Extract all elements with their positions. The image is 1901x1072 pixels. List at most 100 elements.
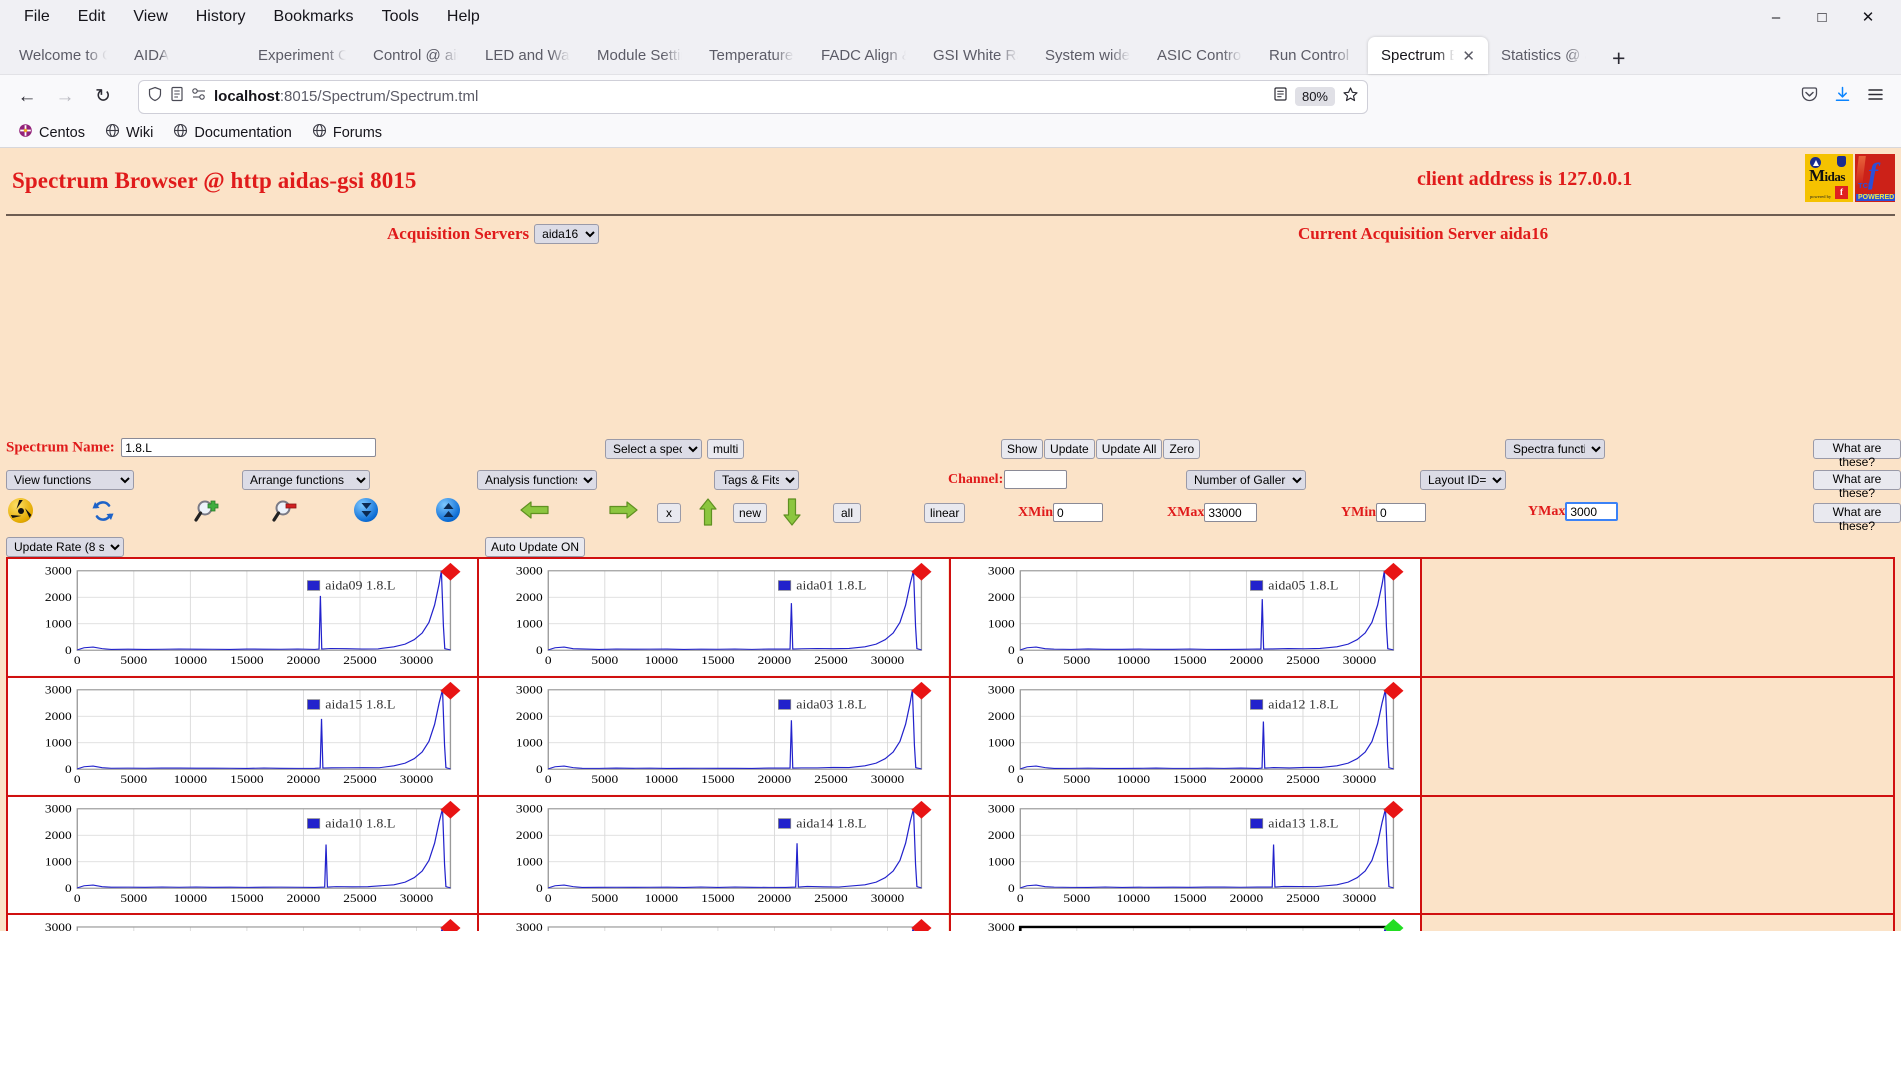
- update-all-button[interactable]: Update All: [1096, 439, 1163, 459]
- view-functions-dropdown[interactable]: View functions: [6, 470, 134, 490]
- menu-tools[interactable]: Tools: [368, 4, 433, 30]
- forward-icon[interactable]: →: [48, 81, 82, 113]
- xmin-input[interactable]: [1053, 503, 1103, 522]
- gallery-cell[interactable]: 3000200010000050001000015000200002500030…: [479, 559, 950, 678]
- ymin-input[interactable]: [1376, 503, 1426, 522]
- spectrum-plot[interactable]: 3000200010000050001000015000200002500030…: [479, 559, 948, 676]
- multi-button[interactable]: multi: [707, 439, 744, 459]
- tab-close-icon[interactable]: ✕: [1462, 47, 1475, 65]
- browser-tab[interactable]: [183, 37, 245, 74]
- select-a-spectrum-dropdown[interactable]: Select a spectrum: [605, 439, 702, 459]
- menu-view[interactable]: View: [119, 4, 181, 30]
- pocket-icon[interactable]: [1800, 85, 1819, 109]
- menu-history[interactable]: History: [182, 4, 260, 30]
- spectrum-plot[interactable]: 3000200010000050001000015000200002500030…: [8, 678, 477, 795]
- acquisition-server-select[interactable]: aida16: [534, 224, 599, 244]
- permissions-icon[interactable]: [191, 87, 207, 106]
- downloads-icon[interactable]: [1833, 85, 1852, 109]
- menu-help[interactable]: Help: [433, 4, 494, 30]
- gallery-cell[interactable]: 3000200010000050001000015000200002500030…: [951, 797, 1422, 916]
- update-button[interactable]: Update: [1044, 439, 1095, 459]
- browser-tab[interactable]: FADC Align & Co: [808, 37, 920, 74]
- browser-tab[interactable]: Module Settings: [584, 37, 696, 74]
- browser-tab[interactable]: GSI White Rabbit: [920, 37, 1032, 74]
- browser-tab[interactable]: Experiment Contr: [245, 37, 360, 74]
- gallery-cell[interactable]: 3000200010000050001000015000200002500030…: [8, 797, 479, 916]
- gallery-cell[interactable]: 3000200010000050001000015000200002500030…: [951, 559, 1422, 678]
- arrow-right-icon[interactable]: [608, 498, 638, 524]
- spectrum-name-input[interactable]: [121, 438, 376, 457]
- gallery-cell[interactable]: 3000200010000050001000015000200002500030…: [951, 915, 1422, 931]
- gallery-cell[interactable]: 3000200010000050001000015000200002500030…: [8, 559, 479, 678]
- maximize-icon[interactable]: □: [1799, 2, 1845, 32]
- bookmark-centos[interactable]: Centos: [10, 120, 93, 145]
- browser-tab[interactable]: Run Control @ ai: [1256, 37, 1368, 74]
- menu-file[interactable]: File: [10, 4, 64, 30]
- all-button[interactable]: all: [833, 503, 861, 523]
- zoom-in-icon[interactable]: [194, 498, 220, 524]
- zoom-out-icon[interactable]: [272, 498, 298, 524]
- collapse-vertical-icon[interactable]: [354, 498, 380, 524]
- zero-button[interactable]: Zero: [1163, 439, 1200, 459]
- spectrum-plot[interactable]: 3000200010000050001000015000200002500030…: [8, 797, 477, 914]
- browser-tab[interactable]: ASIC Control @ a: [1144, 37, 1256, 74]
- what-are-these-button-3[interactable]: What are these?: [1813, 503, 1901, 523]
- radiation-icon[interactable]: [8, 498, 34, 524]
- gallery-cell[interactable]: 3000200010000050001000015000200002500030…: [8, 915, 479, 931]
- minimize-icon[interactable]: –: [1753, 2, 1799, 32]
- browser-tab-active[interactable]: Spectrum Brow ✕: [1368, 37, 1488, 74]
- browser-tab[interactable]: LED and Wavefor: [472, 37, 584, 74]
- spectrum-plot[interactable]: 3000200010000050001000015000200002500030…: [8, 915, 477, 931]
- arrow-up-icon[interactable]: [696, 498, 722, 524]
- ymax-input[interactable]: [1565, 502, 1618, 521]
- spectra-functions-dropdown[interactable]: Spectra functions: [1505, 439, 1605, 459]
- menu-bookmarks[interactable]: Bookmarks: [260, 4, 368, 30]
- what-are-these-button-1[interactable]: What are these?: [1813, 439, 1901, 459]
- reader-view-icon[interactable]: [1273, 86, 1288, 107]
- bookmark-star-icon[interactable]: [1342, 86, 1359, 108]
- browser-tab[interactable]: Statistics @ aidas: [1488, 37, 1600, 74]
- spectrum-plot[interactable]: 3000200010000050001000015000200002500030…: [951, 797, 1420, 914]
- app-menu-icon[interactable]: [1866, 85, 1885, 109]
- spectrum-plot[interactable]: 3000200010000050001000015000200002500030…: [951, 678, 1420, 795]
- x-button[interactable]: x: [657, 503, 681, 523]
- spectrum-plot[interactable]: 3000200010000050001000015000200002500030…: [479, 678, 948, 795]
- menu-edit[interactable]: Edit: [64, 4, 120, 30]
- spectrum-plot[interactable]: 3000200010000050001000015000200002500030…: [8, 559, 477, 676]
- browser-tab[interactable]: Welcome to Cent: [6, 37, 121, 74]
- spectrum-plot[interactable]: 3000200010000050001000015000200002500030…: [951, 915, 1420, 931]
- gallery-cell[interactable]: 3000200010000050001000015000200002500030…: [951, 678, 1422, 797]
- spectrum-plot[interactable]: 3000200010000050001000015000200002500030…: [479, 797, 948, 914]
- url-bar[interactable]: localhost:8015/Spectrum/Spectrum.tml 80%: [138, 80, 1368, 114]
- bookmark-documentation[interactable]: Documentation: [165, 120, 300, 145]
- browser-tab[interactable]: Control @ aidas-: [360, 37, 472, 74]
- number-of-galleries-dropdown[interactable]: Number of Galleries: [1186, 470, 1306, 490]
- layout-id-dropdown[interactable]: Layout ID=3: [1420, 470, 1506, 490]
- expand-vertical-icon[interactable]: [436, 498, 462, 524]
- auto-update-toggle[interactable]: Auto Update ON: [485, 537, 585, 557]
- new-tab-icon[interactable]: +: [1600, 47, 1637, 74]
- arrow-left-icon[interactable]: [520, 498, 550, 524]
- xmax-input[interactable]: [1204, 503, 1257, 522]
- browser-tab[interactable]: Temperature and: [696, 37, 808, 74]
- spectrum-plot[interactable]: 3000200010000050001000015000200002500030…: [479, 915, 948, 931]
- spectrum-plot[interactable]: 3000200010000050001000015000200002500030…: [951, 559, 1420, 676]
- linear-button[interactable]: linear: [924, 503, 965, 523]
- close-window-icon[interactable]: ✕: [1845, 2, 1891, 32]
- what-are-these-button-2[interactable]: What are these?: [1813, 470, 1901, 490]
- reload-icon[interactable]: ↻: [86, 81, 120, 113]
- analysis-functions-dropdown[interactable]: Analysis functions: [477, 470, 597, 490]
- browser-tab[interactable]: System wide Che: [1032, 37, 1144, 74]
- back-icon[interactable]: ←: [10, 81, 44, 113]
- update-rate-dropdown[interactable]: Update Rate (8 secs): [6, 537, 124, 557]
- bookmark-wiki[interactable]: Wiki: [97, 120, 161, 145]
- arrange-functions-dropdown[interactable]: Arrange functions: [242, 470, 370, 490]
- gallery-cell[interactable]: 3000200010000050001000015000200002500030…: [479, 797, 950, 916]
- refresh-icon[interactable]: [90, 498, 116, 524]
- zoom-level-badge[interactable]: 80%: [1295, 87, 1335, 106]
- channel-input[interactable]: [1004, 470, 1067, 489]
- gallery-cell[interactable]: 3000200010000050001000015000200002500030…: [8, 678, 479, 797]
- arrow-down-icon[interactable]: [780, 498, 806, 524]
- gallery-cell[interactable]: 3000200010000050001000015000200002500030…: [479, 915, 950, 931]
- new-button[interactable]: new: [733, 503, 767, 523]
